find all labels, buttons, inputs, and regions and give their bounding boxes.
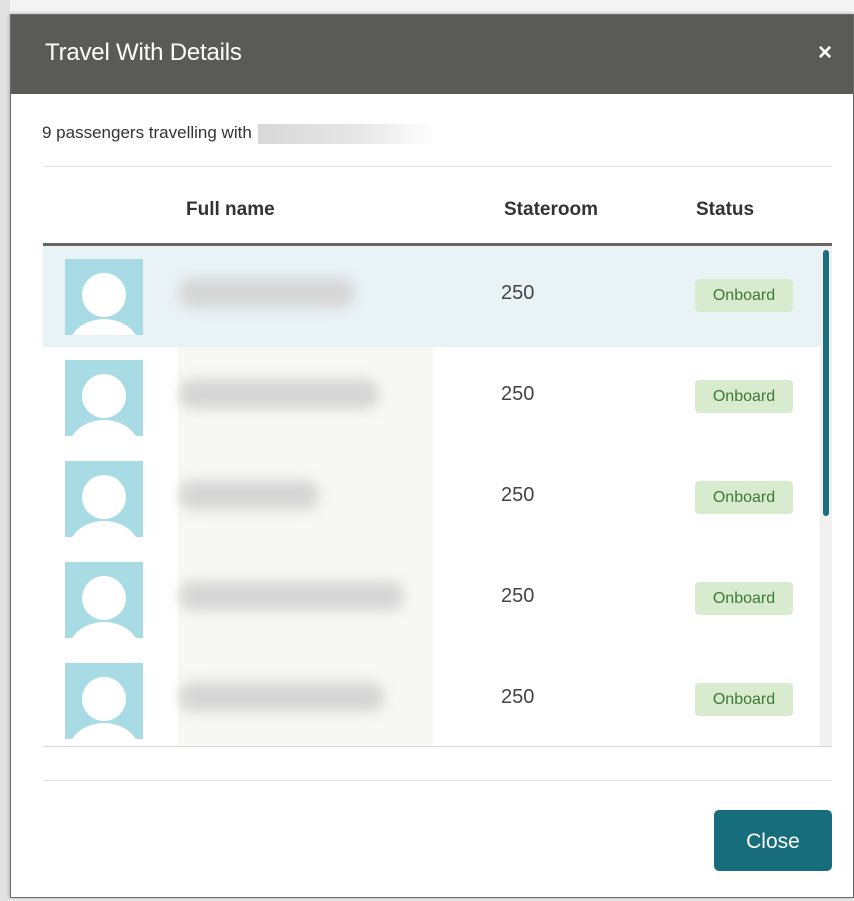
travel-with-dialog: Travel With Details × 9 passengers trave… — [10, 14, 854, 898]
status-badge: Onboard — [695, 380, 793, 413]
table-row[interactable]: 250 Onboard — [43, 549, 820, 651]
table-row[interactable]: 250 Onboard — [43, 650, 820, 746]
stateroom-cell: 250 — [501, 484, 535, 506]
column-header-full-name[interactable]: Full name — [186, 199, 275, 221]
redacted-full-name — [179, 581, 404, 611]
stateroom-cell: 250 — [501, 383, 535, 405]
divider — [43, 166, 832, 167]
user-placeholder-icon — [65, 461, 143, 537]
table-scrollbar[interactable] — [820, 246, 832, 746]
stateroom-cell: 250 — [501, 585, 535, 607]
passenger-table: 250 Onboard 250 Onboard 250 Onboard 250 … — [43, 246, 832, 747]
dialog-header: Travel With Details × — [11, 15, 853, 94]
status-badge: Onboard — [695, 481, 793, 514]
backdrop-edge — [0, 0, 10, 901]
redacted-full-name — [179, 682, 384, 712]
close-button[interactable]: Close — [714, 810, 832, 871]
redacted-full-name — [179, 480, 319, 510]
stateroom-cell: 250 — [501, 282, 535, 304]
footer-divider — [43, 780, 832, 781]
passenger-count-label: 9 passengers travelling with — [42, 123, 252, 142]
status-badge: Onboard — [695, 683, 793, 716]
dialog-title: Travel With Details — [45, 39, 242, 66]
column-header-status[interactable]: Status — [696, 199, 754, 221]
table-row[interactable]: 250 Onboard — [43, 347, 820, 449]
redacted-full-name — [179, 278, 354, 308]
status-badge: Onboard — [695, 279, 793, 312]
status-badge: Onboard — [695, 582, 793, 615]
scrollbar-thumb[interactable] — [823, 250, 829, 516]
user-placeholder-icon — [65, 562, 143, 638]
table-header: Full name Stateroom Status — [43, 181, 832, 246]
redacted-full-name — [179, 379, 379, 409]
passenger-count-text: 9 passengers travelling with — [42, 123, 436, 144]
stateroom-cell: 250 — [501, 686, 535, 708]
user-placeholder-icon — [65, 360, 143, 436]
close-icon[interactable]: × — [813, 41, 837, 65]
user-placeholder-icon — [65, 259, 143, 335]
user-placeholder-icon — [65, 663, 143, 739]
table-row[interactable]: 250 Onboard — [43, 448, 820, 550]
column-header-stateroom[interactable]: Stateroom — [504, 199, 598, 221]
table-row[interactable]: 250 Onboard — [43, 246, 820, 348]
redacted-host-name — [257, 123, 436, 144]
